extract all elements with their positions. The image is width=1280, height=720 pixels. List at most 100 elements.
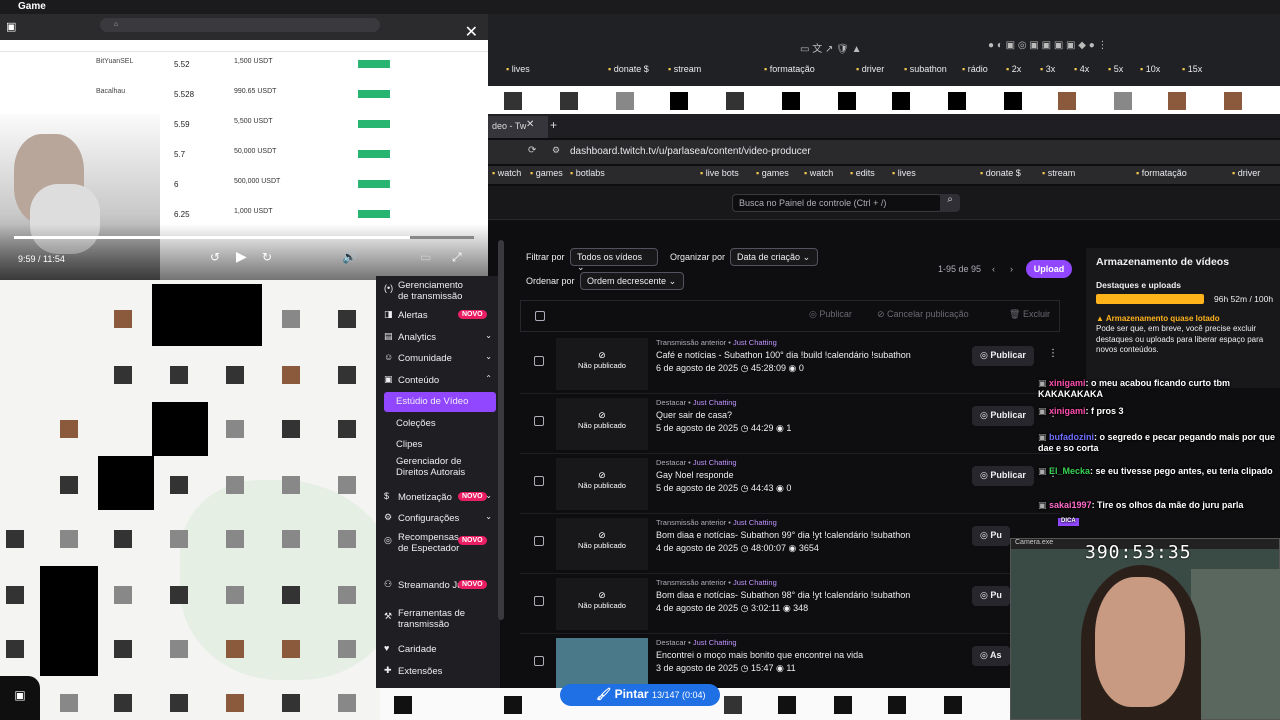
bookmark-item[interactable]: ▪ donate $	[608, 64, 649, 74]
forward-icon[interactable]: ↻	[262, 250, 272, 264]
sidebar-item[interactable]: ▣ Conteúdo ⌃	[384, 371, 496, 391]
publish-button[interactable]: ◎ Publicar	[972, 466, 1034, 486]
video-thumbnail[interactable]: ⊘ Não publicado	[556, 518, 648, 570]
video-thumbnail[interactable]: ⊘ Não publicado	[556, 578, 648, 630]
row-checkbox[interactable]	[534, 536, 544, 546]
chat-icon[interactable]: ▣	[0, 676, 40, 720]
video-title[interactable]: Encontrei o moço mais bonito que encontr…	[656, 650, 956, 660]
chat-username[interactable]: sakai1997	[1049, 500, 1092, 510]
bookmark-item[interactable]: ▪ 4x	[1074, 64, 1089, 74]
new-tab-icon[interactable]: +	[550, 118, 557, 132]
sidebar-item[interactable]: ◎ Recompensas de Espectador NOVO	[384, 532, 496, 562]
video-title[interactable]: Bom diaa e notícias- Subathon 98° dia !y…	[656, 590, 956, 600]
sidebar-item[interactable]: ✚ Extensões	[384, 662, 496, 682]
upload-button[interactable]: Upload	[1026, 260, 1072, 278]
sidebar-item[interactable]: Estúdio de Vídeo	[384, 392, 496, 412]
play-icon[interactable]: ▶	[236, 248, 247, 265]
menu-icon[interactable]: ▣	[6, 20, 16, 33]
sidebar-item[interactable]: ◨ Alertas NOVO	[384, 306, 496, 326]
buy-button[interactable]	[358, 120, 390, 128]
publish-button[interactable]: ◎ Publicar	[972, 406, 1034, 426]
more-options-icon[interactable]: ⋮	[1048, 348, 1058, 359]
fullscreen-icon[interactable]: ⤢	[452, 250, 462, 265]
video-title[interactable]: Café e notícias - Subathon 100° dia !bui…	[656, 350, 956, 360]
video-thumbnail[interactable]: ⊘ Não publicado	[556, 458, 648, 510]
rewind-icon[interactable]: ↺	[210, 250, 220, 264]
bookmark-item[interactable]: ▪ formatação	[764, 64, 815, 74]
seek-bar[interactable]	[14, 236, 474, 239]
video-row[interactable]: ⊘ Não publicado Destacar • Just Chatting Qu…	[520, 394, 1060, 454]
game-link[interactable]: Just Chatting	[733, 338, 777, 347]
bookmark-item[interactable]: ▪ 10x	[1140, 64, 1160, 74]
video-title[interactable]: Bom diaa e notícias- Subathon 99° dia !y…	[656, 530, 956, 540]
video-row[interactable]: ⊘ Não publicado Transmissão anterior • Jus…	[520, 334, 1060, 394]
game-link[interactable]: Just Chatting	[693, 638, 737, 647]
search-icon[interactable]: ⌕	[940, 194, 960, 212]
video-player-window[interactable]: ⌂ ▣ ✕ BitYuanSEL 5.52 1,500 USDT Bacalhau 5.…	[0, 14, 488, 280]
publish-button[interactable]: ◎ Pu	[972, 586, 1010, 606]
bookmark-item[interactable]: ▪ stream	[1042, 168, 1075, 178]
site-info-icon[interactable]: ⚙	[552, 145, 560, 156]
sidebar-item[interactable]: ⚒ Ferramentas de transmissão	[384, 608, 496, 638]
row-checkbox[interactable]	[534, 416, 544, 426]
video-thumbnail[interactable]	[556, 638, 648, 690]
close-icon[interactable]: ✕	[465, 22, 478, 42]
sidebar-item[interactable]: ⚇ Streamando Juntos NOVO	[384, 576, 496, 596]
volume-icon[interactable]: 🔊	[342, 250, 357, 264]
select-all-checkbox[interactable]	[535, 311, 545, 321]
publish-button[interactable]: ◎ Pu	[972, 526, 1010, 546]
game-link[interactable]: Just Chatting	[693, 398, 737, 407]
sidebar-item[interactable]: ▤ Analytics ⌄	[384, 328, 496, 348]
bookmark-item[interactable]: ▪ subathon	[904, 64, 947, 74]
video-row[interactable]: ⊘ Não publicado Transmissão anterior • Jus…	[520, 574, 1060, 634]
bookmark-item[interactable]: ▪ watch	[492, 168, 521, 178]
bulk-publish-button[interactable]: ◎ Publicar	[809, 309, 852, 320]
sidebar-item[interactable]: ⚙ Configurações ⌄	[384, 509, 496, 529]
bookmark-item[interactable]: ▪ rádio	[962, 64, 988, 74]
address-bar[interactable]: ⟳ ⚙ dashboard.twitch.tv/u/parlasea/conte…	[488, 140, 1280, 164]
reload-icon[interactable]: ⟳	[528, 145, 536, 156]
bookmark-item[interactable]: ▪ live bots	[700, 168, 739, 178]
row-checkbox[interactable]	[534, 596, 544, 606]
close-tab-icon[interactable]: ✕	[526, 119, 534, 130]
publish-button[interactable]: ◎ Publicar	[972, 346, 1034, 366]
video-thumbnail[interactable]: ⊘ Não publicado	[556, 398, 648, 450]
bookmark-item[interactable]: ▪ watch	[804, 168, 833, 178]
chat-username[interactable]: xinigami	[1049, 406, 1086, 416]
chat-username[interactable]: bufadozini	[1049, 432, 1094, 442]
bookmark-item[interactable]: ▪ driver	[856, 64, 884, 74]
bookmark-item[interactable]: ▪ edits	[850, 168, 875, 178]
toolbar-icons[interactable]: ▭ 文 ↗ 🛡 ▲	[800, 40, 862, 55]
game-link[interactable]: Just Chatting	[693, 458, 737, 467]
game-canvas[interactable]	[0, 280, 380, 720]
bookmark-item[interactable]: ▪ 15x	[1182, 64, 1202, 74]
buy-button[interactable]	[358, 150, 390, 158]
sidebar-item[interactable]: Coleções	[384, 414, 496, 434]
bookmark-item[interactable]: ▪ 3x	[1040, 64, 1055, 74]
dashboard-search-input[interactable]: Busca no Painel de controle (Ctrl + /)	[732, 194, 942, 212]
video-row[interactable]: ⊘ Não publicado Transmissão anterior • Jus…	[520, 514, 1060, 574]
publish-button[interactable]: ◎ As	[972, 646, 1010, 666]
row-checkbox[interactable]	[534, 656, 544, 666]
bookmark-item[interactable]: ▪ lives	[892, 168, 916, 178]
buy-button[interactable]	[358, 90, 390, 98]
bookmark-item[interactable]: ▪ games	[530, 168, 563, 178]
row-checkbox[interactable]	[534, 356, 544, 366]
sidebar-item[interactable]: $ Monetização NOVO ⌄	[384, 488, 496, 508]
bulk-delete-button[interactable]: 🗑 Excluir	[1009, 309, 1050, 320]
video-title[interactable]: Quer sair de casa?	[656, 410, 956, 420]
captions-icon[interactable]: ▭	[420, 250, 431, 264]
sidebar-item[interactable]: ♥ Caridade	[384, 640, 496, 660]
chat-username[interactable]: El_Mecka	[1049, 466, 1090, 476]
buy-button[interactable]	[358, 210, 390, 218]
buy-button[interactable]	[358, 180, 390, 188]
filter-dropdown[interactable]: Todos os vídeos ⌄	[570, 248, 658, 272]
bookmark-item[interactable]: ▪ games	[756, 168, 789, 178]
bookmark-item[interactable]: ▪ 2x	[1006, 64, 1021, 74]
game-link[interactable]: Just Chatting	[733, 518, 777, 527]
camera-window[interactable]: Camera.exe 390:53:35	[1010, 538, 1280, 720]
buy-button[interactable]	[358, 60, 390, 68]
bookmark-item[interactable]: ▪ formatação	[1136, 168, 1187, 178]
bulk-unpublish-button[interactable]: ⊘ Cancelar publicação	[877, 309, 969, 320]
background-browser-window[interactable]: ▭ 文 ↗ 🛡 ▲ ● ◐ ▣ ◎ ▣ ▣ ▣ ▣ ◆ ● ⋮ ▪ lives ▪…	[488, 14, 1280, 114]
